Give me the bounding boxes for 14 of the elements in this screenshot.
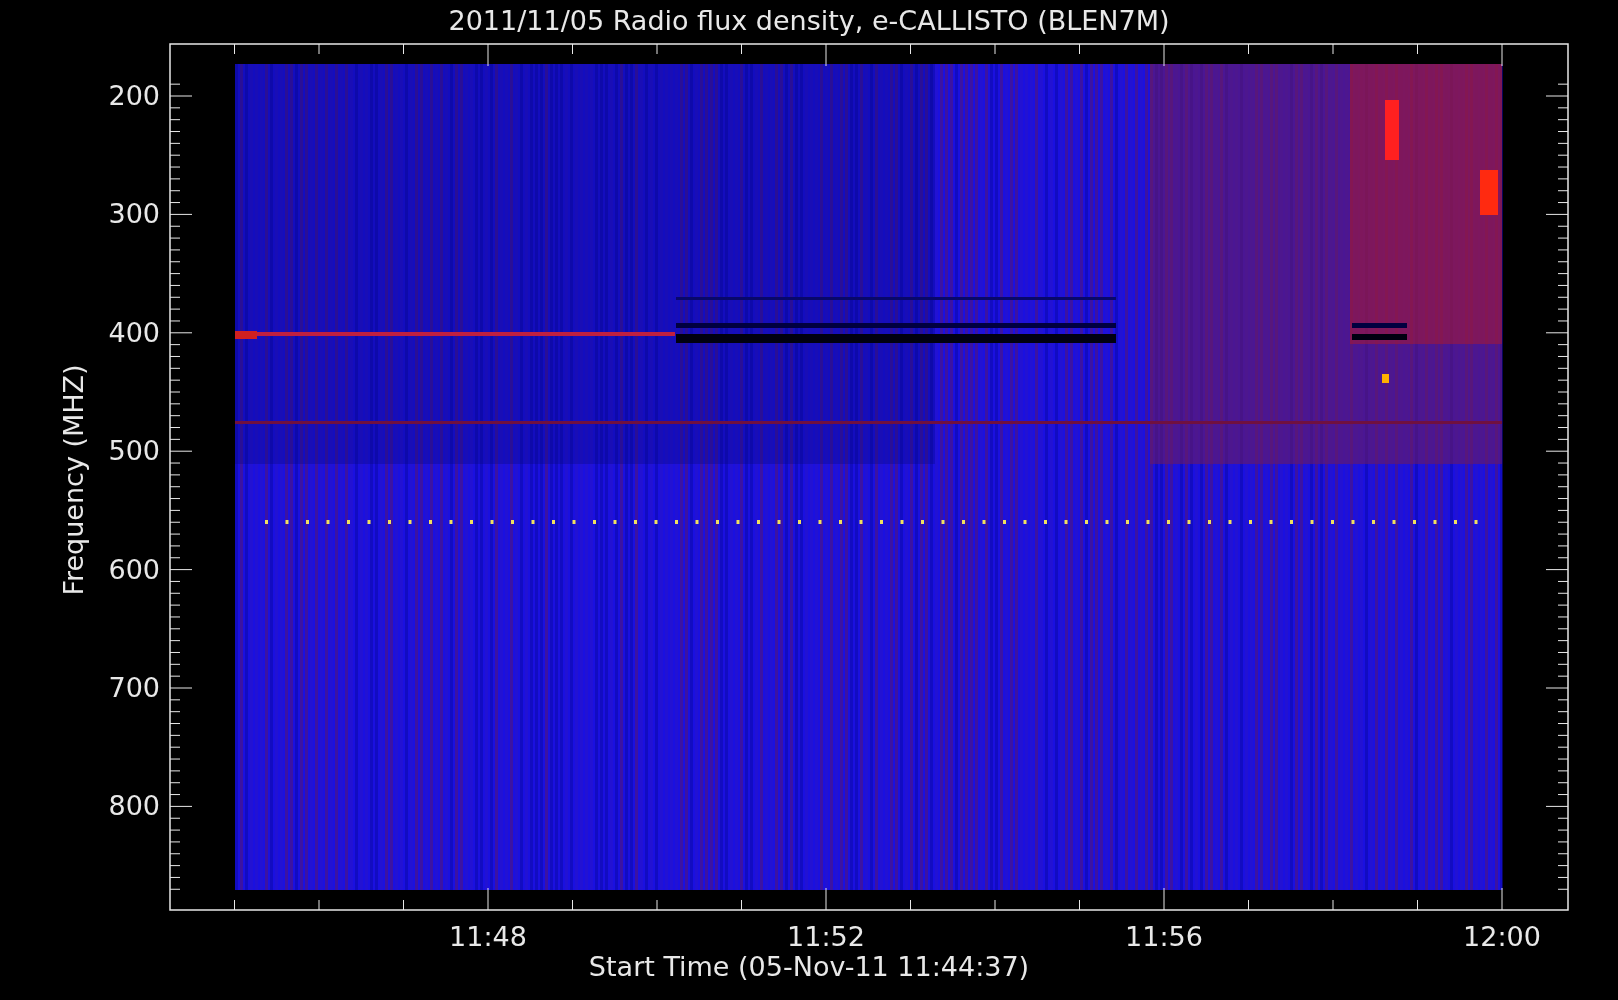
y-axis-title: Frequency (MHZ) xyxy=(58,364,89,596)
y-tick-label: 700 xyxy=(108,672,160,703)
y-tick-label: 800 xyxy=(108,790,160,822)
x-axis-title: Start Time (05-Nov-11 11:44:37) xyxy=(588,951,1030,982)
x-tick-label: 11:48 xyxy=(449,921,527,952)
x-tick-label: 11:52 xyxy=(787,921,865,952)
y-tick-label: 300 xyxy=(108,198,160,230)
y-tick-label: 200 xyxy=(108,80,160,111)
y-tick-label: 500 xyxy=(108,435,160,467)
y-tick-label: 400 xyxy=(108,316,160,348)
y-tick-label: 600 xyxy=(108,553,160,585)
chart-title: 2011/11/05 Radio flux density, e-CALLISTO (BLEN7M) xyxy=(448,5,1170,36)
x-tick-label: 12:00 xyxy=(1463,921,1541,952)
x-tick-label: 11:56 xyxy=(1125,921,1203,952)
